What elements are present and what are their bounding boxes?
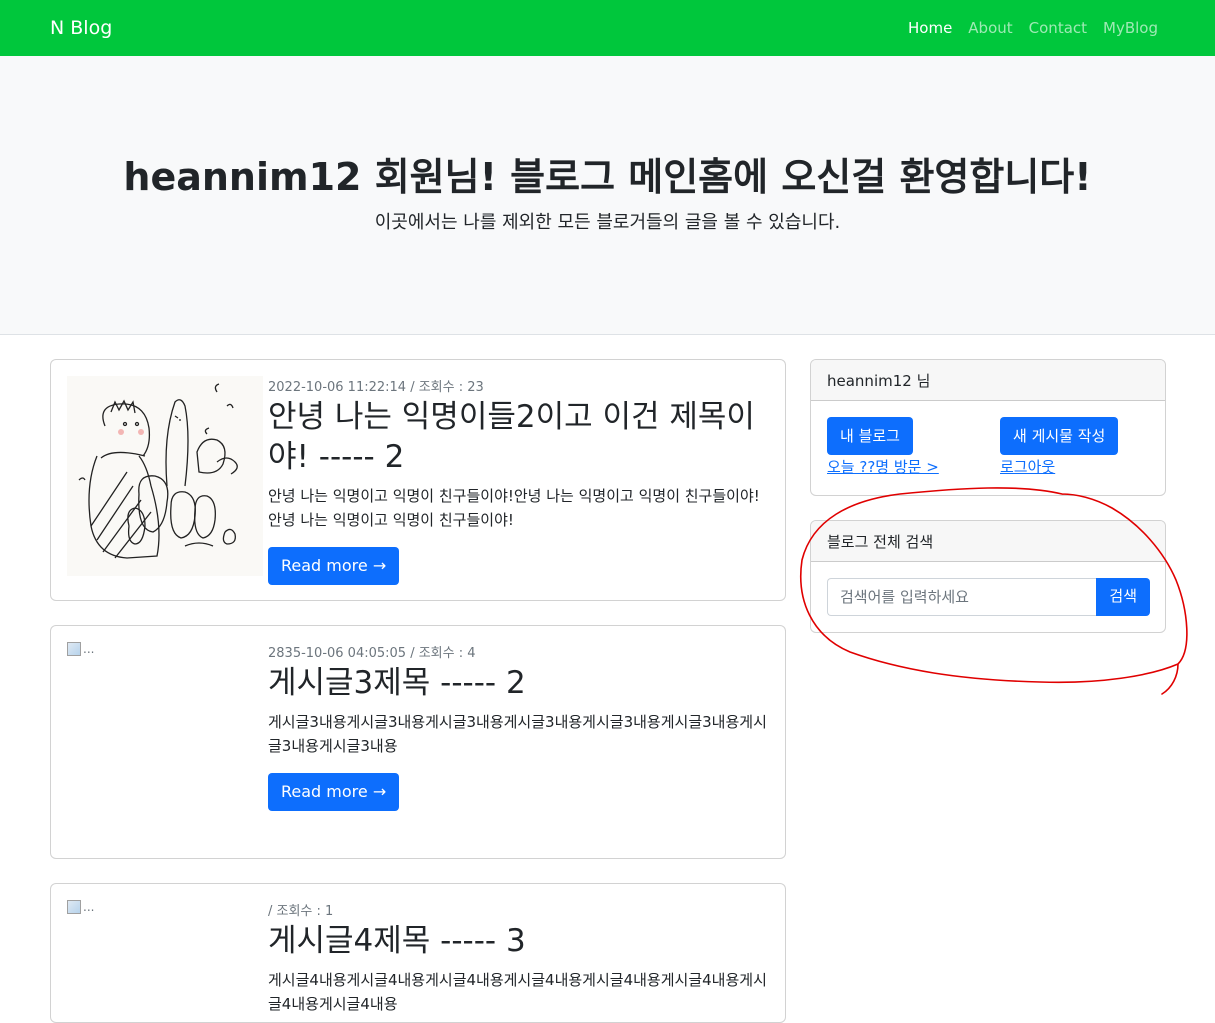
post-meta: 2022-10-06 11:22:14 / 조회수 : 23 [268,380,484,395]
post-body: / 조회수 : 1 게시글4제목 ----- 3 게시글4내용게시글4내용게시글… [268,903,773,1016]
navbar: N Blog Home About Contact MyBlog [0,0,1215,56]
search-button[interactable]: 검색 [1096,578,1150,616]
post-meta: 2835-10-06 04:05:05 / 조회수 : 4 [268,646,476,661]
nav-link-about[interactable]: About [968,17,1012,39]
hero-title: heannim12 회원님! 블로그 메인홈에 오신걸 환영합니다! [123,155,1092,199]
brand-logo[interactable]: N Blog [50,15,112,41]
post-body: 2022-10-06 11:22:14 / 조회수 : 23 안녕 나는 익명이… [268,379,773,585]
nav-link-contact[interactable]: Contact [1029,17,1087,39]
visit-count-link[interactable]: 오늘 ??명 방문 > [827,457,939,477]
nav-link-home[interactable]: Home [908,17,952,39]
post-title[interactable]: 안녕 나는 익명이들2이고 이건 제목이야! ----- 2 [268,397,773,477]
image-alt-text: ... [83,900,95,914]
post-card: ... / 조회수 : 1 게시글4제목 ----- 3 게시글4내용게시글4내… [50,883,786,1023]
nav-links: Home About Contact MyBlog [908,17,1158,39]
search-group: 검색 [827,578,1150,616]
new-post-button[interactable]: 새 게시물 작성 [1000,417,1119,455]
post-excerpt: 게시글3내용게시글3내용게시글3내용게시글3내용게시글3내용게시글3내용게시글3… [268,713,767,755]
post-title[interactable]: 게시글3제목 ----- 2 [268,663,773,703]
nav-link-myblog[interactable]: MyBlog [1103,17,1158,39]
post-excerpt: 게시글4내용게시글4내용게시글4내용게시글4내용게시글4내용게시글4내용게시글4… [268,971,767,1013]
read-more-button[interactable]: Read more → [268,547,400,585]
user-card-header: heannim12 님 [811,360,1165,401]
post-title[interactable]: 게시글4제목 ----- 3 [268,921,773,961]
search-card-header: 블로그 전체 검색 [811,521,1165,562]
post-meta: / 조회수 : 1 [268,904,334,919]
my-blog-button[interactable]: 내 블로그 [827,417,913,455]
post-excerpt: 안녕 나는 익명이고 익명이 친구들이야!안녕 나는 익명이고 익명이 친구들이… [268,487,760,529]
hero-subtitle: 이곳에서는 나를 제외한 모든 블로거들의 글을 볼 수 있습니다. [374,212,841,233]
broken-image-icon[interactable]: ... [67,900,94,914]
read-more-button[interactable]: Read more → [268,773,400,811]
post-card: 2022-10-06 11:22:14 / 조회수 : 23 안녕 나는 익명이… [50,359,786,601]
post-card: ... 2835-10-06 04:05:05 / 조회수 : 4 게시글3제목… [50,625,786,859]
logout-link[interactable]: 로그아웃 [1000,457,1055,477]
user-card: heannim12 님 내 블로그 새 게시물 작성 오늘 ??명 방문 > 로… [810,359,1166,496]
post-thumbnail[interactable] [67,376,263,576]
search-input[interactable] [827,578,1097,616]
broken-image-icon[interactable]: ... [67,642,94,656]
search-card: 블로그 전체 검색 검색 [810,520,1166,633]
post-body: 2835-10-06 04:05:05 / 조회수 : 4 게시글3제목 ---… [268,645,773,811]
penguin-illustration-icon [67,376,263,576]
image-alt-text: ... [83,642,95,656]
image-placeholder-icon [67,900,81,914]
hero-banner: heannim12 회원님! 블로그 메인홈에 오신걸 환영합니다! 이곳에서는… [0,56,1215,335]
image-placeholder-icon [67,642,81,656]
